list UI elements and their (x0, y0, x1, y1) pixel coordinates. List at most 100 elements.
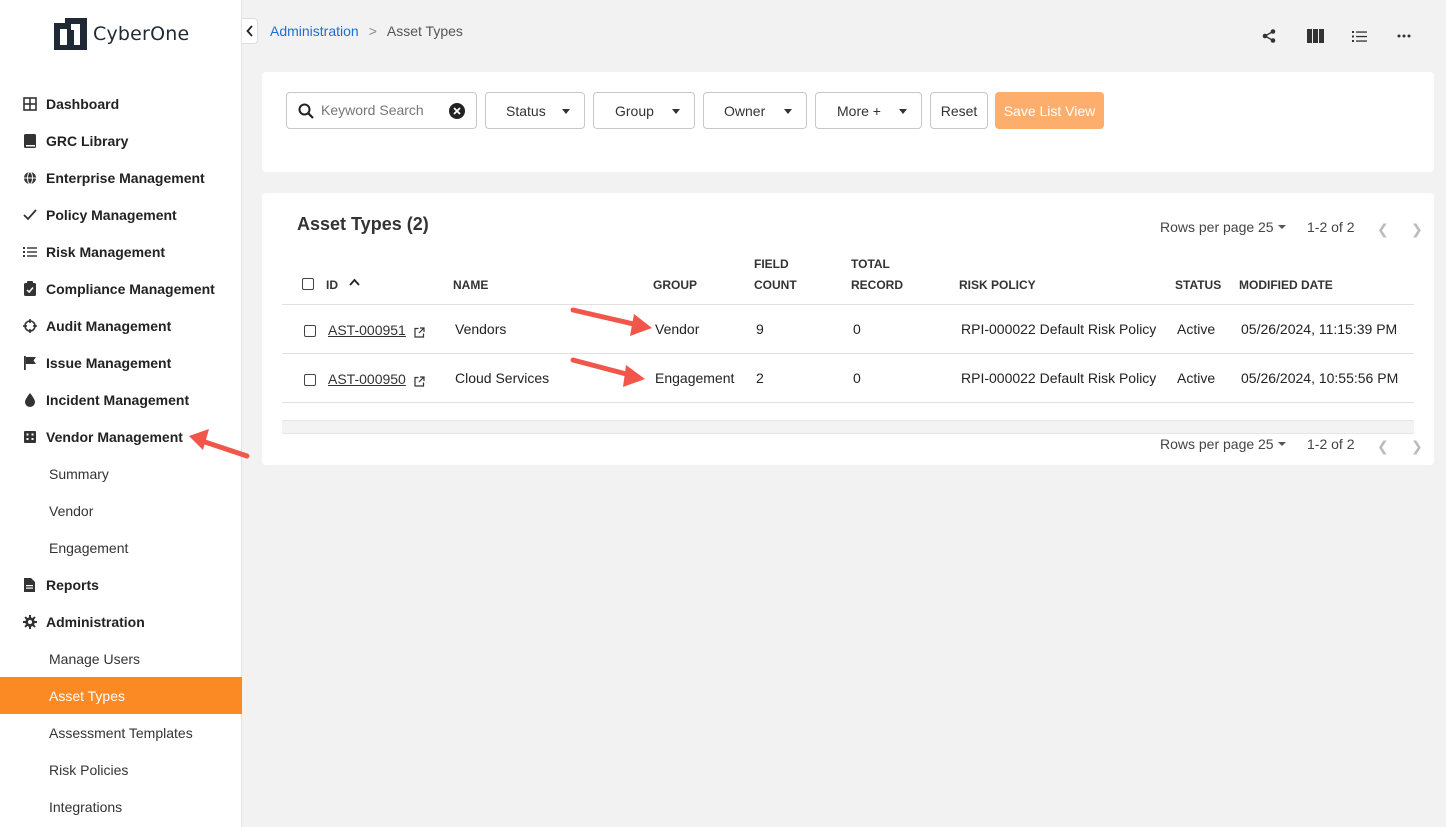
next-page-icon[interactable]: ❯ (1411, 221, 1423, 238)
sidebar-item-label: Vendor (49, 502, 94, 519)
sidebar-item-label: Enterprise Management (46, 169, 205, 186)
sidebar-item-integrations[interactable]: Integrations (0, 788, 242, 825)
rows-per-page-label: Rows per page (1160, 436, 1255, 452)
breadcrumb-separator: > (368, 23, 377, 39)
chevron-down-icon (784, 109, 792, 114)
rows-per-page-select[interactable]: 25 (1258, 436, 1274, 452)
pagination-range: 1-2 of 2 (1307, 436, 1355, 452)
horizontal-scrollbar[interactable] (282, 420, 1414, 434)
sidebar-item-assessment-templates[interactable]: Assessment Templates (0, 714, 242, 751)
column-header-id[interactable]: ID (326, 275, 338, 296)
logo-text: CyberOne (93, 23, 190, 45)
sidebar-item-label: Engagement (49, 539, 129, 556)
sidebar-item-label: Compliance Management (46, 280, 215, 297)
external-link-icon[interactable] (414, 327, 425, 338)
sidebar-item-enterprise-management[interactable]: Enterprise Management (0, 159, 242, 196)
sidebar-item-compliance-management[interactable]: Compliance Management (0, 270, 242, 307)
chevron-down-icon (1278, 225, 1286, 229)
sidebar-item-label: Vendor Management (46, 428, 183, 445)
sidebar-item-label: Administration (46, 613, 145, 630)
column-header-group[interactable]: GROUP (653, 275, 697, 296)
search-input[interactable] (321, 102, 451, 118)
breadcrumb-administration-link[interactable]: Administration (270, 23, 359, 39)
divider (282, 353, 1414, 354)
filter-bar: Status Group Owner More + Reset Save Lis… (262, 72, 1434, 172)
sort-ascending-icon[interactable] (349, 278, 360, 286)
sidebar-item-incident-management[interactable]: Incident Management (0, 381, 242, 418)
sidebar-item-policy-management[interactable]: Policy Management (0, 196, 242, 233)
status-filter-button[interactable]: Status (485, 92, 585, 129)
external-link-icon[interactable] (414, 376, 425, 387)
column-header-field-count-line2[interactable]: COUNT (754, 275, 797, 296)
sidebar-item-reports[interactable]: Reports (0, 566, 242, 603)
search-box[interactable] (286, 92, 477, 129)
column-header-name[interactable]: NAME (453, 275, 488, 296)
pagination-range: 1-2 of 2 (1307, 219, 1355, 235)
risk-policy: RPI-000022 Default Risk Policy (961, 321, 1157, 337)
asset-id-link[interactable]: AST-000950 (328, 371, 406, 387)
list-view-icon[interactable] (1350, 27, 1368, 45)
clear-search-icon[interactable] (449, 103, 465, 119)
chevron-down-icon (1278, 442, 1286, 446)
rows-per-page-label: Rows per page (1160, 219, 1255, 235)
book-icon (22, 133, 37, 148)
select-all-checkbox[interactable] (302, 278, 314, 290)
more-filters-button[interactable]: More + (815, 92, 922, 129)
previous-page-icon[interactable]: ❮ (1377, 438, 1389, 455)
sidebar-item-label: Incident Management (46, 391, 190, 408)
search-icon (298, 103, 314, 119)
sidebar-item-risk-policies[interactable]: Risk Policies (0, 751, 242, 788)
column-header-status[interactable]: STATUS (1175, 275, 1221, 296)
columns-icon[interactable] (1306, 27, 1324, 45)
building-icon (22, 429, 37, 444)
gear-icon (22, 614, 37, 629)
sidebar-item-label: GRC Library (46, 132, 129, 149)
sidebar-item-asset-types[interactable]: Asset Types (0, 677, 242, 714)
asset-id-link[interactable]: AST-000951 (328, 322, 406, 338)
next-page-icon[interactable]: ❯ (1411, 438, 1423, 455)
status-filter-label: Status (506, 103, 546, 119)
owner-filter-button[interactable]: Owner (703, 92, 807, 129)
globe-icon (22, 170, 37, 185)
sidebar-item-issue-management[interactable]: Issue Management (0, 344, 242, 381)
field-count: 9 (756, 321, 764, 337)
asset-group: Engagement (655, 370, 735, 386)
share-icon[interactable] (1260, 27, 1278, 45)
sidebar-item-label: Integrations (49, 798, 123, 815)
row-checkbox[interactable] (304, 374, 316, 386)
logo[interactable]: CyberOne (54, 18, 189, 50)
column-header-risk-policy[interactable]: RISK POLICY (959, 275, 1036, 296)
sidebar-item-engagement[interactable]: Engagement (0, 529, 242, 566)
sidebar-item-label: Audit Management (46, 317, 172, 334)
dashboard-icon (22, 96, 37, 111)
sidebar-item-label: Risk Policies (49, 761, 129, 778)
reset-button[interactable]: Reset (930, 92, 988, 129)
sidebar-item-label: Issue Management (46, 354, 172, 371)
chevron-down-icon (899, 109, 907, 114)
column-header-modified-date[interactable]: MODIFIED DATE (1239, 275, 1333, 296)
save-list-view-button[interactable]: Save List View (995, 92, 1104, 129)
sidebar-item-manage-users[interactable]: Manage Users (0, 640, 242, 677)
rows-per-page-select[interactable]: 25 (1258, 219, 1274, 235)
sidebar-item-administration[interactable]: Administration (0, 603, 242, 640)
annotation-arrow-icon (189, 429, 250, 459)
column-header-total-record-line2[interactable]: RECORD (851, 275, 903, 296)
sidebar-item-dashboard[interactable]: Dashboard (0, 85, 242, 122)
asset-types-table-card: Asset Types (2) Rows per page 25 1-2 of … (262, 193, 1434, 465)
reset-label: Reset (940, 102, 978, 119)
row-checkbox[interactable] (304, 325, 316, 337)
more-icon[interactable] (1395, 27, 1413, 45)
sidebar-item-vendor[interactable]: Vendor (0, 492, 242, 529)
column-header-total-record-line1[interactable]: TOTAL (851, 254, 890, 275)
collapse-sidebar-button[interactable] (242, 18, 258, 44)
sidebar-item-label: Asset Types (49, 687, 126, 704)
sidebar-item-grc-library[interactable]: GRC Library (0, 122, 242, 159)
pagination-top: Rows per page 25 1-2 of 2 ❮ ❯ (1104, 219, 1434, 239)
group-filter-button[interactable]: Group (593, 92, 695, 129)
sidebar-item-label: Dashboard (46, 95, 120, 112)
previous-page-icon[interactable]: ❮ (1377, 221, 1389, 238)
annotation-arrow-icon (570, 307, 652, 336)
column-header-field-count-line1[interactable]: FIELD (754, 254, 789, 275)
sidebar-item-audit-management[interactable]: Audit Management (0, 307, 242, 344)
sidebar-item-risk-management[interactable]: Risk Management (0, 233, 242, 270)
